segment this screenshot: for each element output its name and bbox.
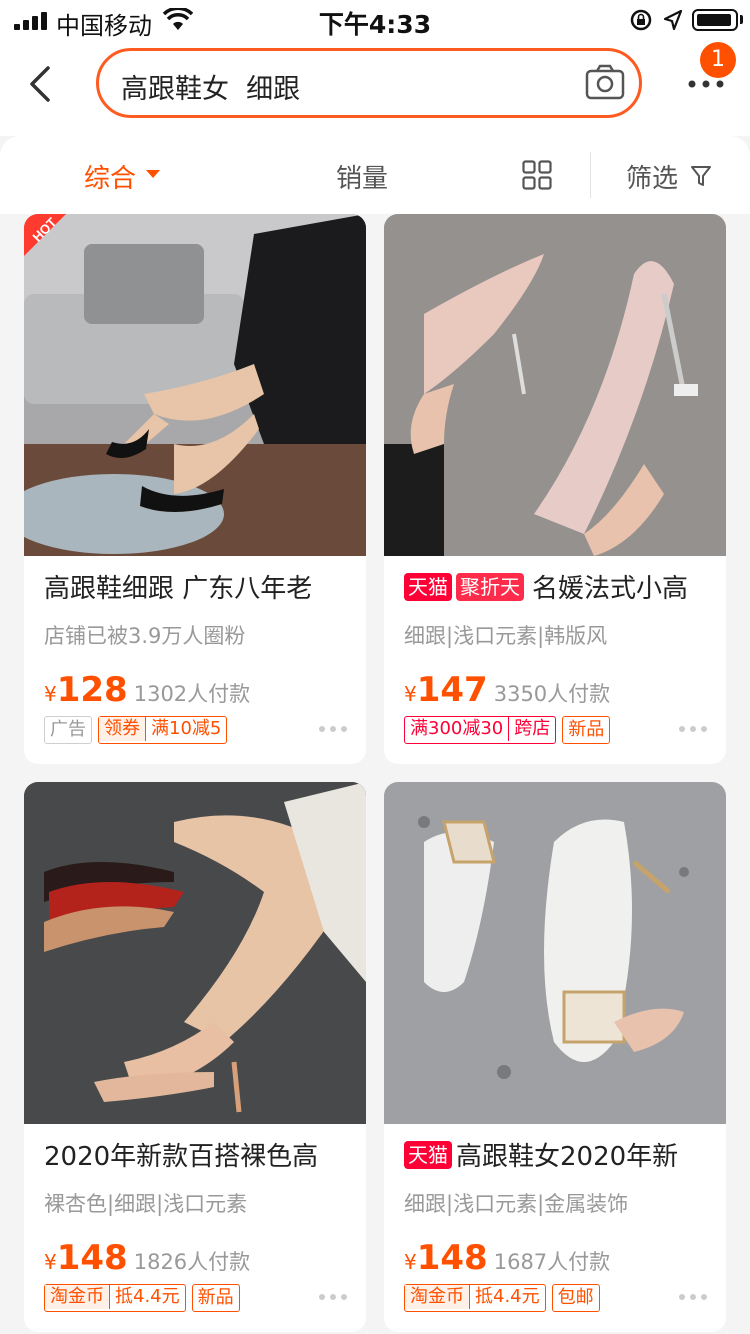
hot-badge: HOT [24, 214, 66, 256]
sold-count: 1826人付款 [133, 1250, 251, 1274]
taojinbi-tag[interactable]: 淘金币 抵4.4元 [44, 1284, 186, 1312]
currency-symbol: ¥ [44, 1250, 57, 1274]
currency-symbol: ¥ [404, 682, 417, 706]
notification-badge: 1 [700, 42, 736, 78]
product-title[interactable]: 天猫 聚折天 名媛法式小高 [404, 572, 720, 606]
price-value: 148 [56, 1238, 128, 1278]
currency-symbol: ¥ [404, 1250, 417, 1274]
discount-value: 满300减30 [410, 718, 504, 739]
tag-row: 满300减30 跨店 新品 [404, 716, 616, 744]
camera-icon[interactable] [585, 63, 625, 101]
back-arrow-icon[interactable] [24, 64, 64, 104]
tag-row: 淘金币 抵4.4元 新品 [44, 1284, 246, 1312]
more-dots-icon[interactable] [678, 724, 708, 734]
sort-comprehensive[interactable]: 综合 [84, 158, 136, 195]
sort-sales[interactable]: 销量 [336, 158, 388, 195]
tmall-badge: 天猫 [404, 1141, 452, 1169]
taojinbi-tag[interactable]: 淘金币 抵4.4元 [404, 1284, 546, 1312]
product-title[interactable]: 2020年新款百搭裸色高 [44, 1140, 360, 1174]
product-price: ¥148 1826人付款 [44, 1238, 250, 1278]
filter-button[interactable]: 筛选 [626, 158, 678, 195]
ad-tag: 广告 [44, 716, 92, 744]
tag-row: 淘金币 抵4.4元 包邮 [404, 1284, 606, 1312]
product-card[interactable]: 天猫 高跟鞋女2020年新 细跟|浅口元素|金属装饰 ¥148 1687人付款 淘金… [384, 782, 726, 1332]
caret-down-icon [146, 170, 160, 178]
currency-symbol: ¥ [44, 682, 57, 706]
product-image[interactable] [24, 782, 366, 1124]
product-card[interactable]: HOT 高跟鞋细跟 广东八年老 店铺已被3.9万人圈粉 ¥128 1302人付款 … [24, 214, 366, 764]
coupon-tag[interactable]: 领券 满10减5 [98, 716, 228, 744]
sort-filter-bar: 综合 销量 筛选 [0, 136, 750, 214]
sold-count: 1687人付款 [493, 1250, 611, 1274]
product-price: ¥148 1687人付款 [404, 1238, 610, 1278]
battery-icon [692, 9, 738, 31]
discount-tag[interactable]: 满300减30 跨店 [404, 716, 557, 744]
divider [590, 152, 591, 198]
price-value: 148 [416, 1238, 488, 1278]
product-card[interactable]: 2020年新款百搭裸色高 裸杏色|细跟|浅口元素 ¥148 1826人付款 淘金币… [24, 782, 366, 1332]
product-subtitle: 细跟|浅口元素|金属装饰 [404, 1192, 629, 1216]
promo-badge: 聚折天 [456, 573, 524, 601]
product-title[interactable]: 高跟鞋细跟 广东八年老 [44, 572, 360, 606]
price-value: 128 [56, 670, 128, 710]
funnel-icon[interactable] [690, 164, 712, 188]
search-header: 高跟鞋女 细跟 1 [0, 40, 750, 136]
filter-panel: 综合 销量 筛选 [0, 136, 750, 214]
product-subtitle: 细跟|浅口元素|韩版风 [404, 624, 608, 648]
sold-count: 3350人付款 [493, 682, 611, 706]
new-tag: 新品 [562, 716, 611, 744]
product-price: ¥147 3350人付款 [404, 670, 610, 710]
discount-scope: 跨店 [508, 717, 555, 741]
product-title-text: 名媛法式小高 [532, 574, 689, 604]
product-subtitle: 店铺已被3.9万人圈粉 [44, 624, 246, 648]
sold-count: 1302人付款 [133, 682, 251, 706]
product-image[interactable] [384, 214, 726, 556]
taojinbi-value: 抵4.4元 [469, 1285, 545, 1309]
battery-tip [740, 15, 743, 24]
free-shipping-tag: 包邮 [551, 1284, 600, 1312]
search-query: 高跟鞋女 细跟 [121, 74, 301, 105]
product-title-text: 高跟鞋女2020年新 [456, 1142, 679, 1172]
price-value: 147 [416, 670, 488, 710]
coupon-label: 领券 [99, 717, 145, 741]
location-icon [663, 9, 683, 31]
product-subtitle: 裸杏色|细跟|浅口元素 [44, 1192, 248, 1216]
product-price: ¥128 1302人付款 [44, 670, 250, 710]
coupon-value: 满10减5 [145, 717, 226, 741]
more-dots-icon[interactable] [678, 1292, 708, 1302]
new-tag: 新品 [191, 1284, 240, 1312]
product-title[interactable]: 天猫 高跟鞋女2020年新 [404, 1140, 720, 1174]
search-input[interactable]: 高跟鞋女 细跟 [96, 48, 642, 118]
taojinbi-label: 淘金币 [405, 1285, 469, 1309]
tmall-badge: 天猫 [404, 573, 452, 601]
product-image[interactable] [384, 782, 726, 1124]
taojinbi-label: 淘金币 [45, 1285, 109, 1309]
rotation-lock-icon [630, 9, 652, 31]
product-card[interactable]: 天猫 聚折天 名媛法式小高 细跟|浅口元素|韩版风 ¥147 3350人付款 满300… [384, 214, 726, 764]
status-bar: 中国移动 下午4:33 [0, 0, 750, 40]
taojinbi-value: 抵4.4元 [109, 1285, 185, 1309]
grid-view-icon[interactable] [522, 160, 552, 190]
tag-row: 广告 领券 满10减5 [44, 716, 233, 744]
more-dots-icon[interactable] [318, 724, 348, 734]
more-dots-icon[interactable] [318, 1292, 348, 1302]
